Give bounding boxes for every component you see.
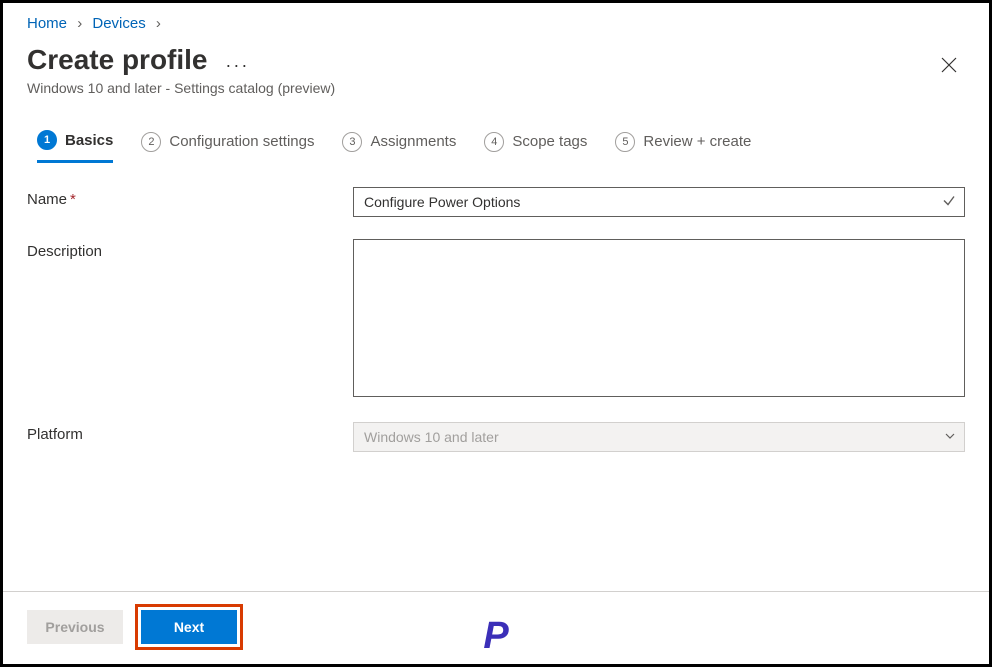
next-button[interactable]: Next [141,610,237,644]
tab-label: Configuration settings [169,133,314,150]
description-label: Description [27,239,353,260]
more-icon[interactable]: ··· [225,55,249,76]
step-number: 5 [615,132,635,152]
previous-button[interactable]: Previous [27,610,123,644]
tab-label: Scope tags [512,133,587,150]
page-subtitle: Windows 10 and later - Settings catalog … [27,80,933,96]
chevron-down-icon [944,429,956,445]
step-number: 4 [484,132,504,152]
tab-scope-tags[interactable]: 4 Scope tags [484,132,587,162]
tab-configuration-settings[interactable]: 2 Configuration settings [141,132,314,162]
required-indicator: * [70,191,76,208]
form-row-description: Description [27,239,965,400]
tab-label: Assignments [370,133,456,150]
breadcrumb-devices[interactable]: Devices [92,15,145,32]
footer-divider [3,591,989,592]
step-number: 1 [37,130,57,150]
name-label: Name* [27,187,353,208]
name-value: Configure Power Options [364,194,520,210]
form-basics: Name* Configure Power Options Descriptio… [3,163,989,452]
step-number: 3 [342,132,362,152]
step-number: 2 [141,132,161,152]
form-row-name: Name* Configure Power Options [27,187,965,217]
tab-label: Review + create [643,133,751,150]
platform-select[interactable]: Windows 10 and later [353,422,965,452]
chevron-right-icon: › [156,15,161,32]
chevron-right-icon: › [77,15,82,32]
wizard-tabs: 1 Basics 2 Configuration settings 3 Assi… [3,104,989,163]
footer-actions: Previous Next [27,604,965,650]
breadcrumb: Home › Devices › [3,3,989,40]
breadcrumb-home[interactable]: Home [27,15,67,32]
tab-assignments[interactable]: 3 Assignments [342,132,456,162]
name-input[interactable]: Configure Power Options [353,187,965,217]
page-title: Create profile [27,44,208,76]
platform-label: Platform [27,422,353,443]
check-icon [942,194,956,211]
close-icon[interactable] [933,48,965,87]
tab-review-create[interactable]: 5 Review + create [615,132,751,162]
tab-label: Basics [65,132,113,149]
tab-basics[interactable]: 1 Basics [37,130,113,163]
form-row-platform: Platform Windows 10 and later [27,422,965,452]
page-header: Create profile ··· Windows 10 and later … [3,40,989,104]
platform-value: Windows 10 and later [364,429,499,445]
next-button-highlight: Next [135,604,243,650]
description-input[interactable] [353,239,965,397]
